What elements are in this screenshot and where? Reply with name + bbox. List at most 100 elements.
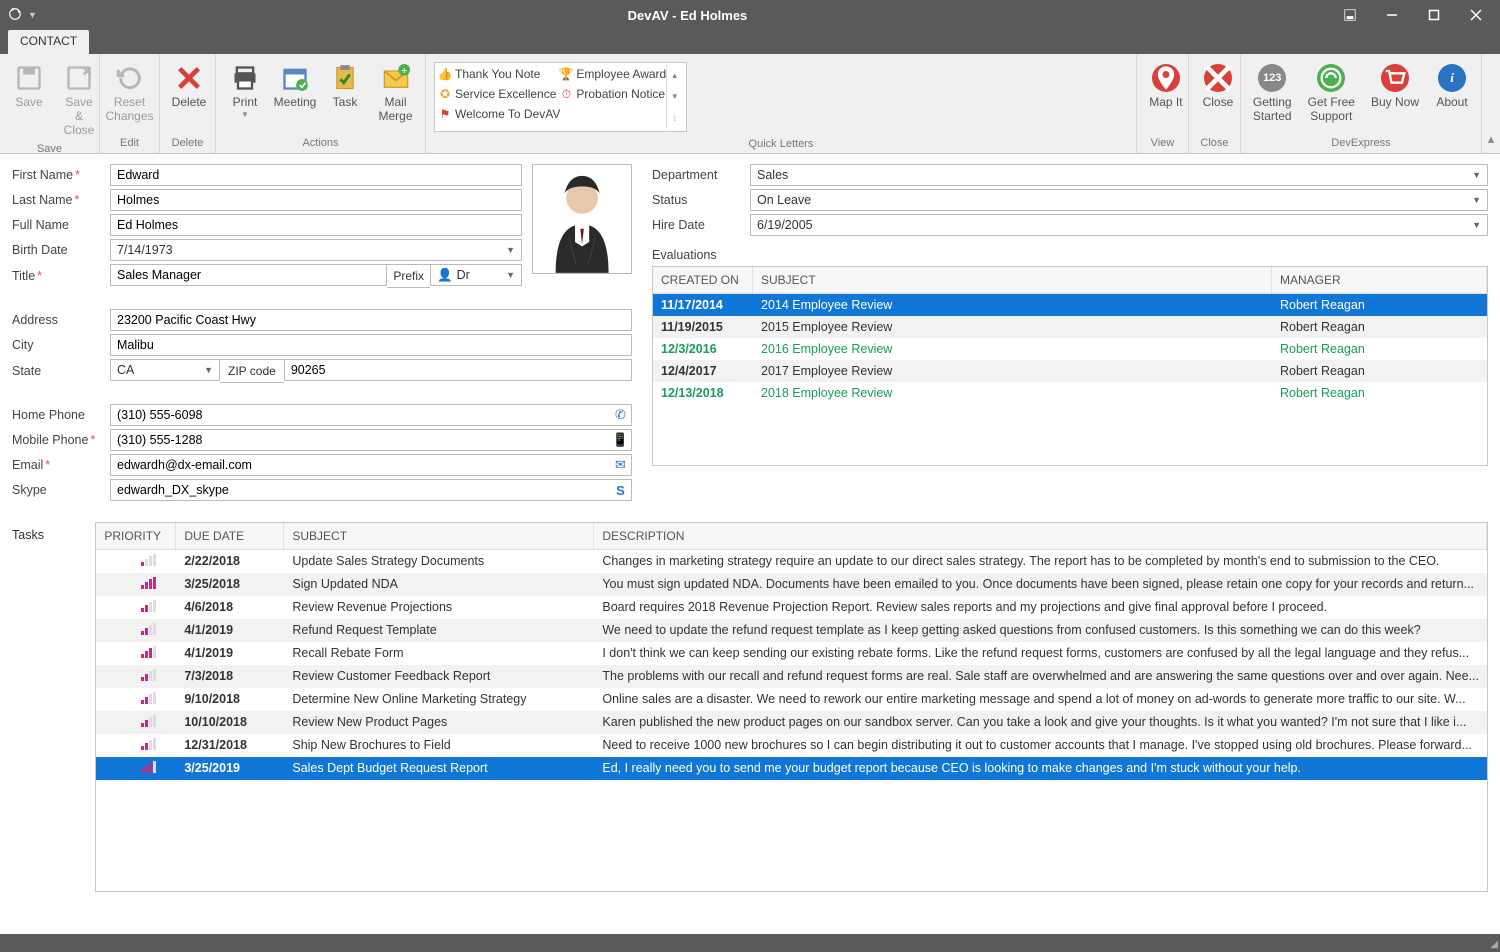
ribbon-collapse-icon[interactable]: ▴	[1482, 54, 1500, 153]
status-label: Status	[652, 193, 750, 207]
close-window-button[interactable]	[1456, 0, 1496, 30]
contact-photo[interactable]	[532, 164, 632, 274]
prefix-field[interactable]: 👤Dr▼	[430, 264, 522, 286]
table-row[interactable]: 12/4/20172017 Employee ReviewRobert Reag…	[653, 360, 1487, 382]
skype-field[interactable]	[110, 479, 610, 501]
chevron-down-icon: ▼	[204, 365, 213, 375]
eval-col-created[interactable]: CREATED ON	[653, 267, 753, 293]
tab-contact[interactable]: CONTACT	[8, 30, 89, 54]
save-button[interactable]: Save	[4, 58, 54, 114]
skype-icon[interactable]: S	[610, 479, 632, 501]
person-icon: 👤	[437, 268, 453, 283]
home-phone-label: Home Phone	[12, 408, 110, 422]
task-subject: Determine New Online Marketing Strategy	[284, 688, 594, 711]
eval-created: 12/3/2016	[653, 338, 753, 360]
hire-date-field[interactable]: 6/19/2005▼	[750, 214, 1488, 236]
table-row[interactable]: 4/1/2019Recall Rebate FormI don't think …	[96, 642, 1487, 665]
table-row[interactable]: 12/3/20162016 Employee ReviewRobert Reag…	[653, 338, 1487, 360]
priority-bars-icon	[141, 669, 156, 681]
eval-col-manager[interactable]: MANAGER	[1272, 267, 1487, 293]
full-name-field[interactable]	[110, 214, 522, 236]
table-row[interactable]: 11/17/20142014 Employee ReviewRobert Rea…	[653, 294, 1487, 316]
getting-started-button[interactable]: 123Getting Started	[1245, 58, 1300, 128]
task-description: You must sign updated NDA. Documents hav…	[594, 573, 1487, 596]
gallery-expand-icon[interactable]: ⁝	[667, 108, 682, 129]
table-row[interactable]: 12/31/2018Ship New Brochures to FieldNee…	[96, 734, 1487, 757]
tasks-col-desc[interactable]: DESCRIPTION	[594, 523, 1487, 549]
tasks-col-priority[interactable]: PRIORITY	[96, 523, 176, 549]
zip-field[interactable]	[284, 359, 632, 381]
title-field[interactable]	[110, 264, 387, 286]
quick-letter-item[interactable]: ⏱Probation Notice	[560, 85, 666, 103]
table-row[interactable]: 4/1/2019Refund Request TemplateWe need t…	[96, 619, 1487, 642]
get-free-support-button[interactable]: Get Free Support	[1300, 58, 1363, 128]
birth-date-field[interactable]: 7/14/1973▼	[110, 239, 522, 261]
task-button[interactable]: Task	[320, 58, 370, 114]
chevron-down-icon: ▼	[506, 270, 515, 280]
map-it-button[interactable]: Map It	[1141, 58, 1191, 114]
task-description: Ed, I really need you to send me your bu…	[594, 757, 1487, 780]
state-field[interactable]: CA▼	[110, 359, 220, 381]
title-bar: ▼ DevAV - Ed Holmes	[0, 0, 1500, 30]
quick-letters-gallery[interactable]: 👍Thank You Note ✪Service Excellence ⚑Wel…	[434, 62, 687, 132]
address-label: Address	[12, 313, 110, 327]
quick-letter-item[interactable]: ⚑Welcome To DevAV	[439, 105, 560, 123]
email-field[interactable]	[110, 454, 610, 476]
table-row[interactable]: 9/10/2018Determine New Online Marketing …	[96, 688, 1487, 711]
last-name-label: Last Name*	[12, 193, 110, 207]
table-row[interactable]: 4/6/2018Review Revenue ProjectionsBoard …	[96, 596, 1487, 619]
close-button[interactable]: Close	[1193, 58, 1243, 114]
buy-now-button[interactable]: Buy Now	[1363, 58, 1427, 114]
table-row[interactable]: 12/13/20182018 Employee ReviewRobert Rea…	[653, 382, 1487, 404]
print-button[interactable]: Print▼	[220, 58, 270, 123]
task-description: Board requires 2018 Revenue Projection R…	[594, 596, 1487, 619]
task-subject: Refund Request Template	[284, 619, 594, 642]
ribbon: Save Save & Close Save Reset Changes Edi…	[0, 54, 1500, 154]
priority-bars-icon	[141, 738, 156, 750]
quick-letter-item[interactable]: 👍Thank You Note	[439, 65, 560, 83]
first-name-field[interactable]	[110, 164, 522, 186]
tasks-col-subject[interactable]: SUBJECT	[284, 523, 594, 549]
reset-changes-button[interactable]: Reset Changes	[104, 58, 155, 128]
task-due: 3/25/2019	[176, 757, 284, 780]
minimize-button[interactable]	[1372, 0, 1412, 30]
address-field[interactable]	[110, 309, 632, 331]
status-field[interactable]: On Leave▼	[750, 189, 1488, 211]
ribbon-group-view-label: View	[1137, 135, 1188, 153]
about-button[interactable]: iAbout	[1427, 58, 1477, 114]
task-description: Changes in marketing strategy require an…	[594, 550, 1487, 573]
phone-icon[interactable]: ✆	[610, 404, 632, 426]
meeting-button[interactable]: Meeting	[270, 58, 320, 114]
chevron-down-icon: ▼	[506, 245, 515, 255]
table-row[interactable]: 3/25/2019Sales Dept Budget Request Repor…	[96, 757, 1487, 780]
quick-letter-item[interactable]: 🏆Employee Award	[560, 65, 666, 83]
last-name-field[interactable]	[110, 189, 522, 211]
eval-created: 12/4/2017	[653, 360, 753, 382]
home-phone-field[interactable]	[110, 404, 610, 426]
save-close-button[interactable]: Save & Close	[54, 58, 104, 141]
maximize-button[interactable]	[1414, 0, 1454, 30]
resize-grip-icon[interactable]: ◢	[1490, 939, 1498, 950]
quick-letter-item[interactable]: ✪Service Excellence	[439, 85, 560, 103]
task-subject: Sales Dept Budget Request Report	[284, 757, 594, 780]
gallery-up-icon[interactable]: ▲	[667, 65, 682, 86]
mail-merge-button[interactable]: +Mail Merge	[370, 58, 421, 128]
table-row[interactable]: 10/10/2018Review New Product PagesKaren …	[96, 711, 1487, 734]
delete-button[interactable]: Delete	[164, 58, 214, 114]
qat-dropdown-icon[interactable]: ▼	[28, 10, 37, 20]
table-row[interactable]: 11/19/20152015 Employee ReviewRobert Rea…	[653, 316, 1487, 338]
city-field[interactable]	[110, 334, 632, 356]
table-row[interactable]: 2/22/2018Update Sales Strategy Documents…	[96, 550, 1487, 573]
tasks-col-due[interactable]: DUE DATE	[176, 523, 284, 549]
eval-col-subject[interactable]: SUBJECT	[753, 267, 1272, 293]
gallery-down-icon[interactable]: ▼	[667, 86, 682, 107]
ribbon-mode-icon[interactable]	[1330, 0, 1370, 30]
table-row[interactable]: 7/3/2018Review Customer Feedback ReportT…	[96, 665, 1487, 688]
table-row[interactable]: 3/25/2018Sign Updated NDAYou must sign u…	[96, 573, 1487, 596]
mobile-icon[interactable]: 📱	[610, 429, 632, 451]
mobile-phone-field[interactable]	[110, 429, 610, 451]
mail-icon[interactable]: ✉	[610, 454, 632, 476]
department-field[interactable]: Sales▼	[750, 164, 1488, 186]
eval-created: 11/19/2015	[653, 316, 753, 338]
task-priority	[96, 619, 176, 642]
